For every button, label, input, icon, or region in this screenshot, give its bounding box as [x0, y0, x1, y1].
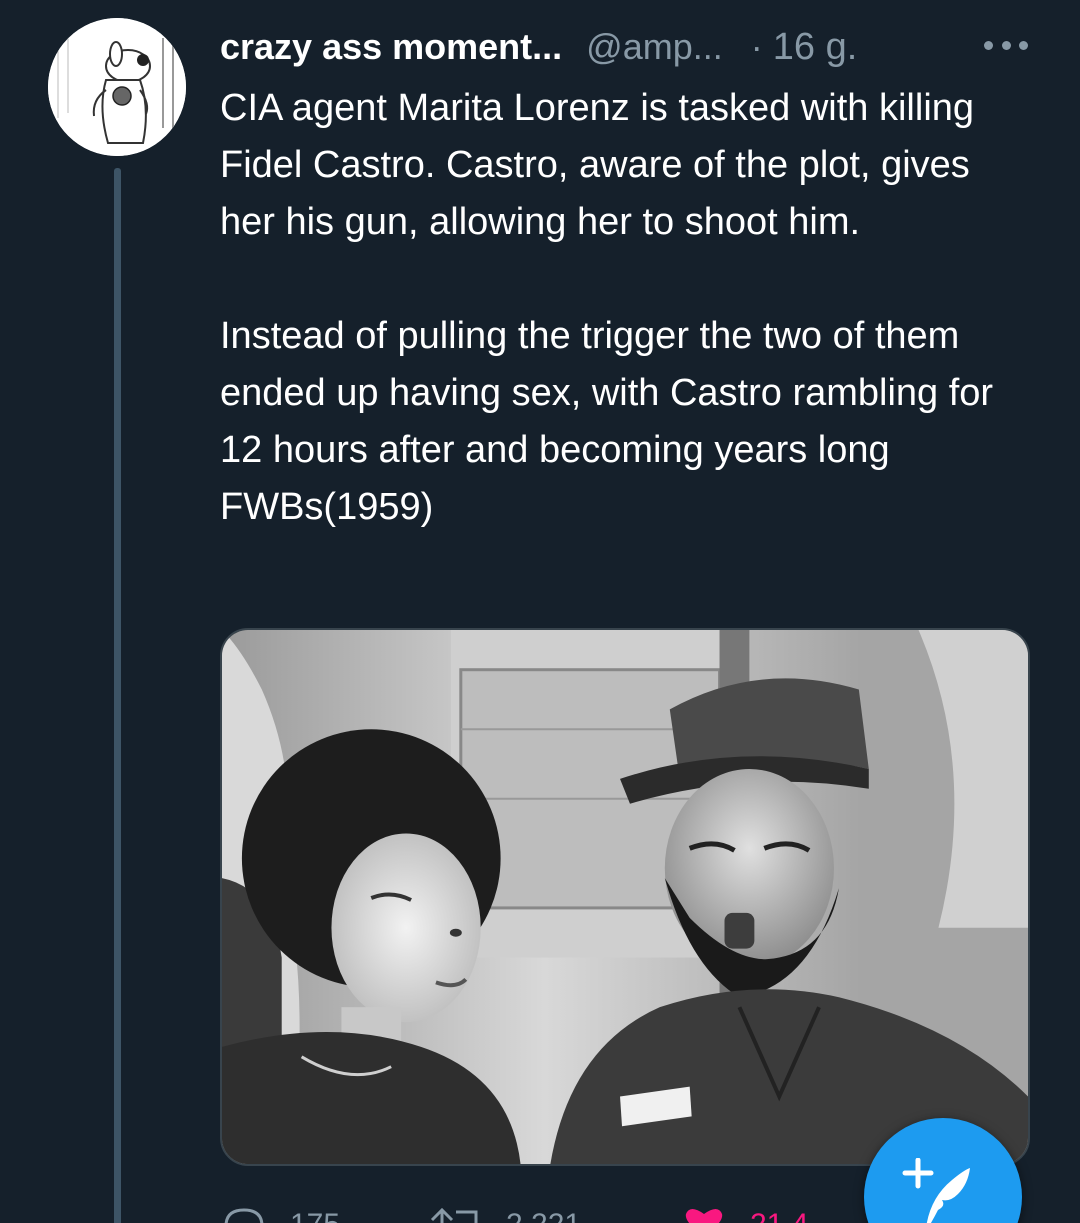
compose-tweet-icon [902, 1158, 970, 1223]
reply-count: 175 [290, 1208, 340, 1223]
timestamp[interactable]: 16 g. [773, 26, 858, 69]
more-horizontal-icon-dot [1019, 40, 1028, 50]
tweet-text-paragraph: Instead of pulling the trigger the two o… [220, 315, 994, 528]
tweet-header: crazy ass moment... @amp... · 16 g. [220, 22, 857, 72]
display-name[interactable]: crazy ass moment... [220, 26, 562, 68]
user-handle[interactable]: @amp... [586, 26, 723, 68]
retweet-button[interactable]: 2.221 [428, 1206, 581, 1223]
retweet-icon [430, 1207, 478, 1223]
separator-dot: · [750, 26, 763, 67]
more-horizontal-icon-dot [1001, 40, 1011, 50]
more-options-button[interactable] [984, 32, 1028, 58]
tweet-screen: crazy ass moment... @amp... · 16 g. CIA … [0, 0, 1080, 1223]
like-count: 21.4 [750, 1208, 808, 1223]
tweet-text: CIA agent Marita Lorenz is tasked with k… [220, 80, 1020, 536]
tweet-photo[interactable] [220, 628, 1030, 1166]
more-horizontal-icon [984, 40, 993, 50]
like-button[interactable]: 21.4 [682, 1206, 808, 1223]
tweet-text-paragraph: CIA agent Marita Lorenz is tasked with k… [220, 87, 975, 243]
retweet-count: 2.221 [506, 1208, 581, 1223]
previous-tweet-edge [240, 0, 264, 4]
reply-icon [224, 1208, 264, 1223]
avatar[interactable] [48, 18, 186, 156]
avatar-image [48, 18, 186, 156]
photo-image [222, 630, 1028, 1164]
heart-icon [685, 1209, 723, 1223]
reply-button[interactable]: 175 [222, 1206, 340, 1223]
thread-connector-line [114, 168, 121, 1223]
